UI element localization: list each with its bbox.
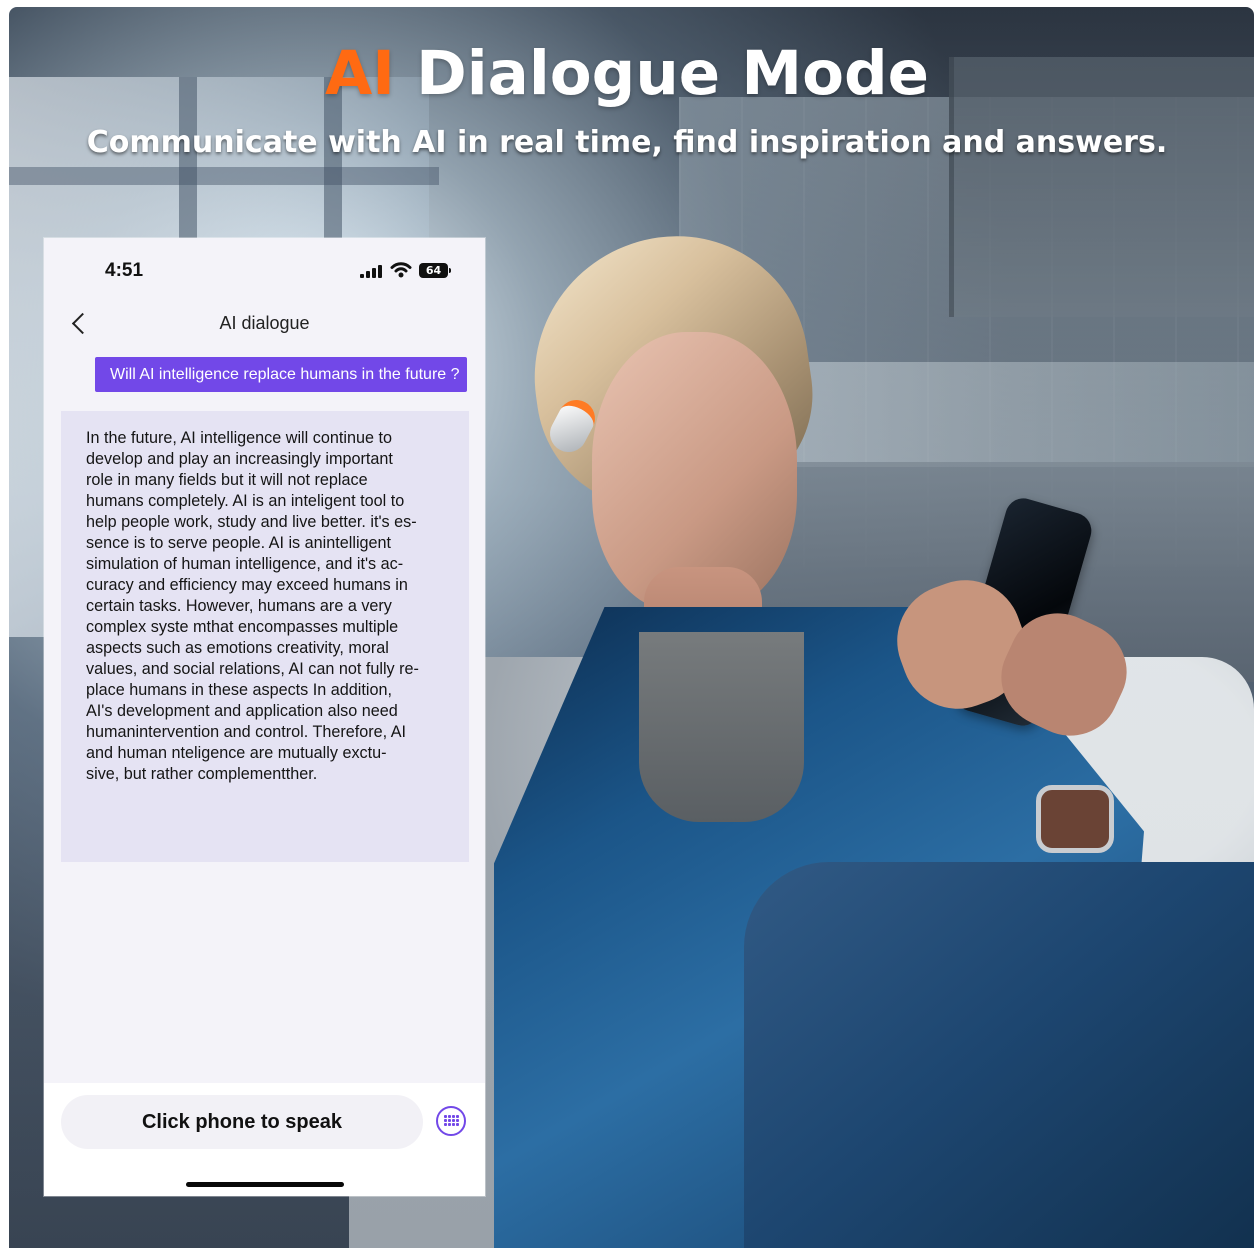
- page-title: AI dialogue: [219, 313, 310, 333]
- signal-icon: [360, 265, 384, 278]
- ai-response-text: In the future, AI intelligence will cont…: [86, 429, 419, 783]
- ai-response-card: In the future, AI intelligence will cont…: [61, 411, 469, 862]
- user-message: Will AI intelligence replace humans in t…: [95, 357, 467, 392]
- hero-title-rest: Dialogue Mode: [416, 38, 930, 109]
- hero-title-accent: AI: [324, 38, 395, 109]
- wifi-icon: [390, 262, 412, 278]
- jeans: [744, 862, 1254, 1248]
- wrist-watch: [1036, 785, 1114, 853]
- hero-subtitle: Communicate with AI in real time, find i…: [86, 125, 1168, 160]
- ai-dialogue-screen: 4:51 64 AI dialogue Will AI intelligence…: [44, 238, 485, 1196]
- gray-tshirt: [639, 632, 804, 822]
- person-using-phone: [494, 219, 1254, 1248]
- speak-button[interactable]: Click phone to speak: [61, 1095, 423, 1149]
- battery-icon: 64: [419, 263, 451, 278]
- voice-input-bar: Click phone to speak: [44, 1083, 485, 1196]
- home-indicator: [186, 1182, 344, 1187]
- hero-title: AI Dialogue Mode: [0, 43, 1254, 104]
- keyboard-toggle-button[interactable]: [436, 1106, 466, 1136]
- window-rail: [9, 167, 439, 185]
- status-time: 4:51: [105, 260, 144, 281]
- keyboard-icon: [444, 1115, 459, 1127]
